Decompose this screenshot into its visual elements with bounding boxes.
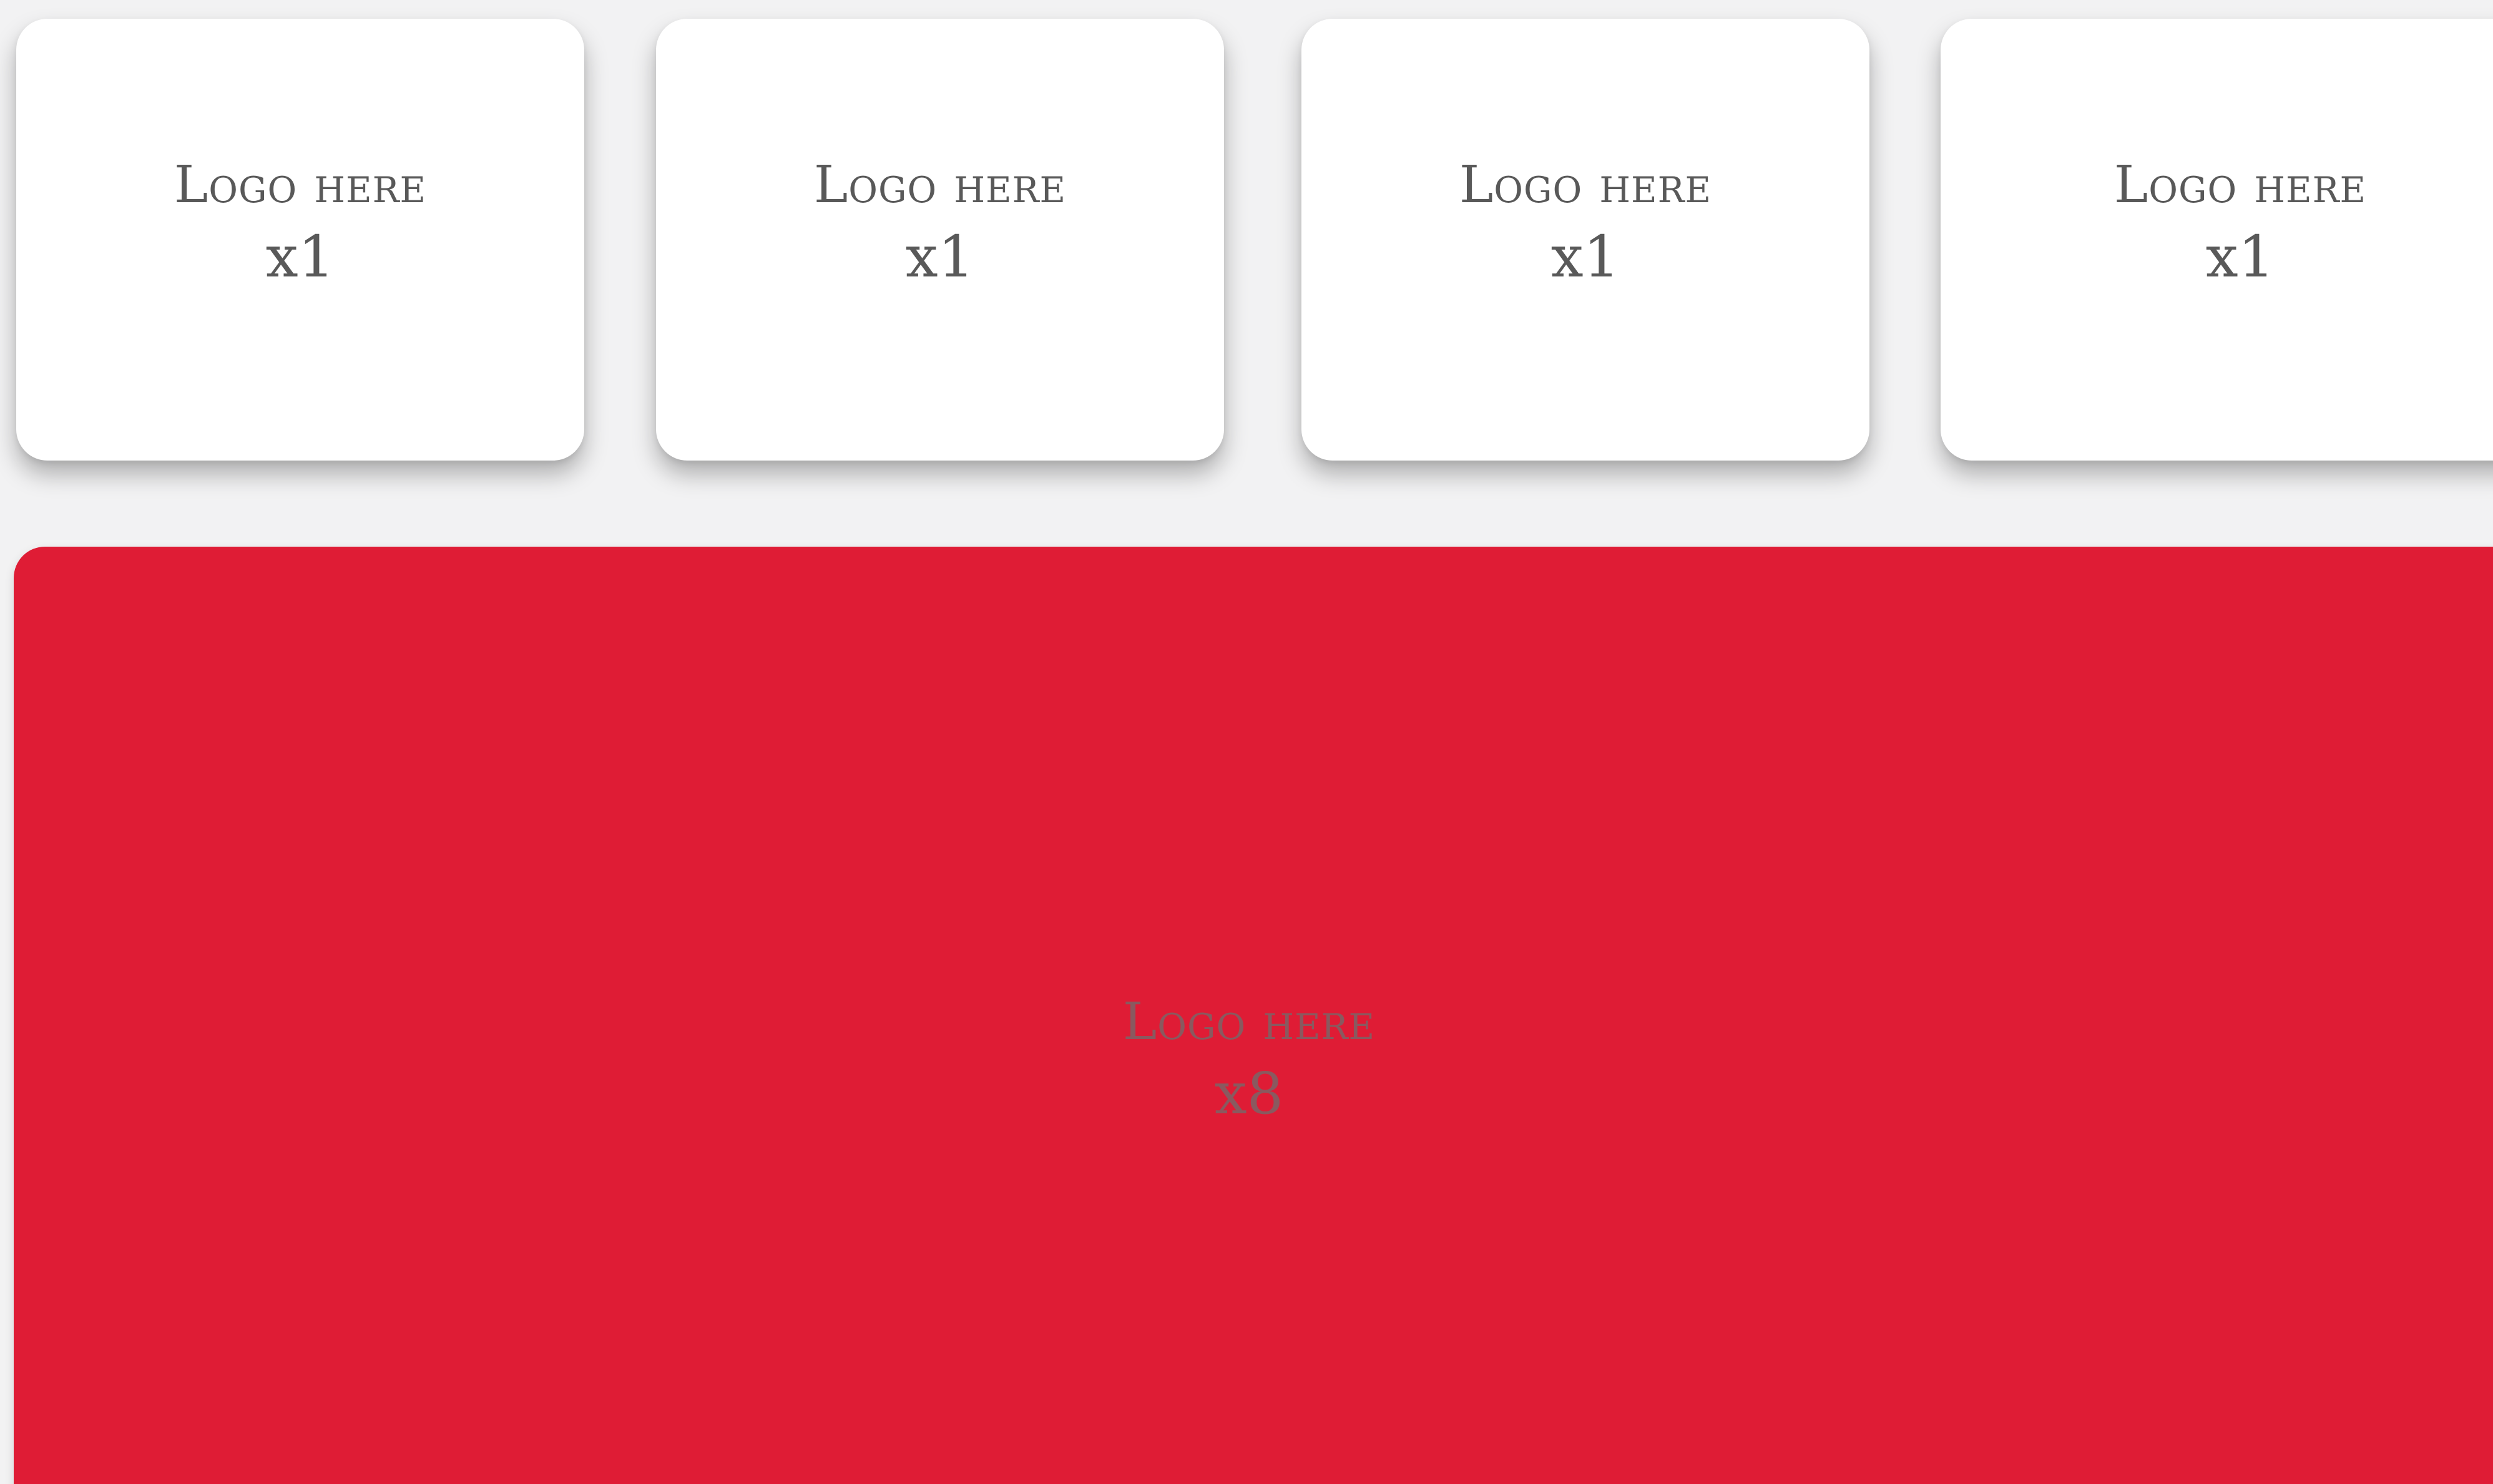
logo-banner-label: Logo here x8 — [0, 987, 2493, 1131]
logo-tile-2: Logo here x1 — [656, 19, 1224, 461]
logo-tile-multiplier: x1 — [265, 223, 335, 290]
logo-tile-title: Logo here — [1459, 155, 1712, 215]
logo-tile-title: Logo here — [813, 155, 1067, 215]
logo-tile-4: Logo here x1 — [1941, 19, 2493, 461]
logo-tile-3: Logo here x1 — [1301, 19, 1869, 461]
logo-banner-title: Logo here — [1122, 992, 1376, 1052]
logo-tile-multiplier: x1 — [2205, 223, 2275, 290]
logo-tile-title: Logo here — [2113, 155, 2367, 215]
logo-tile-multiplier: x1 — [905, 223, 975, 290]
logo-tile-title: Logo here — [174, 155, 427, 215]
logo-tile-1: Logo here x1 — [16, 19, 584, 461]
logo-banner-multiplier: x8 — [1214, 1060, 1284, 1127]
logo-tile-multiplier: x1 — [1550, 223, 1620, 290]
